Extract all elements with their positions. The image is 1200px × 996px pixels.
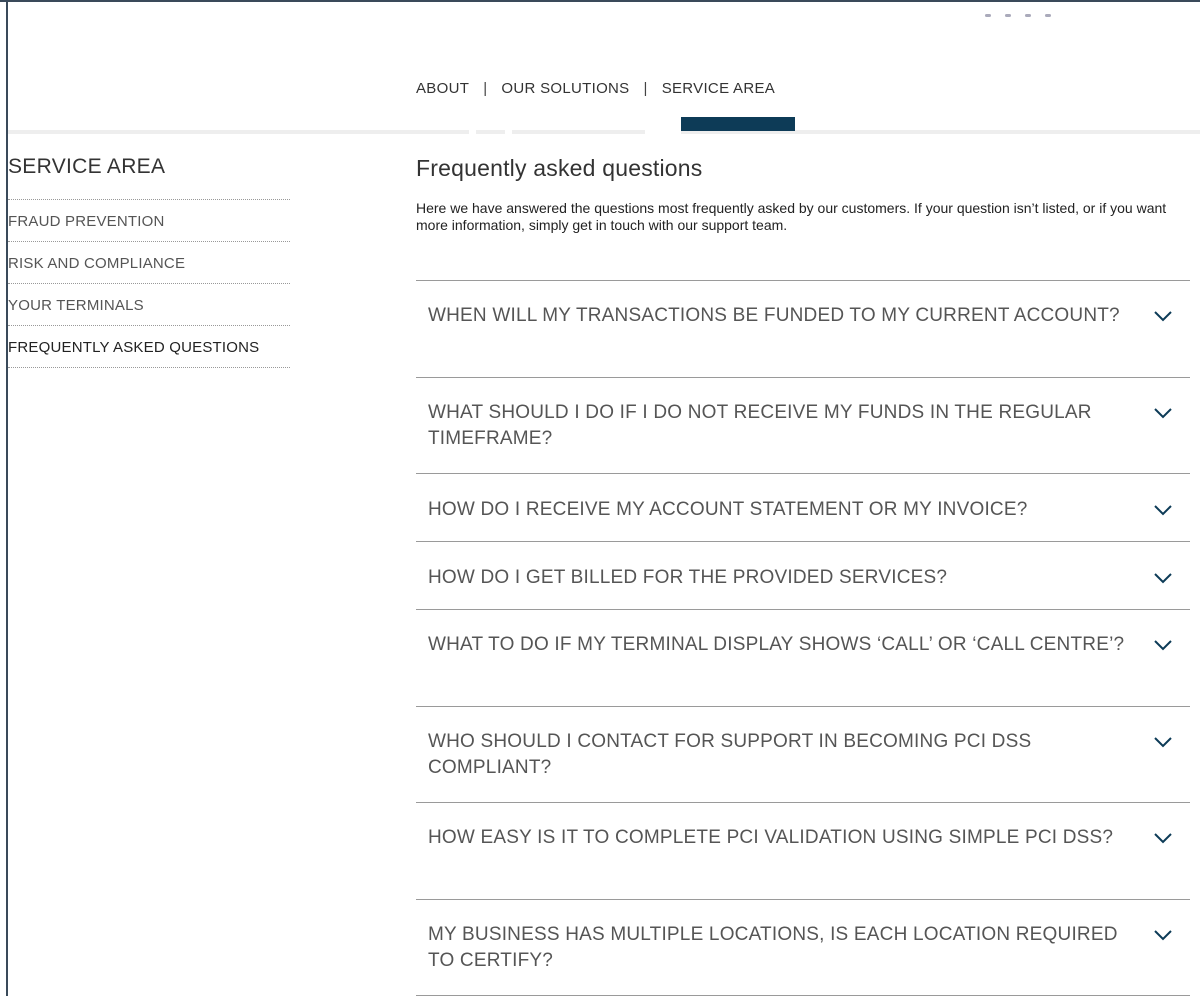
nav-rule-gap bbox=[469, 130, 476, 134]
faq-question: HOW DO I RECEIVE MY ACCOUNT STATEMENT OR… bbox=[428, 499, 1028, 520]
nav-about[interactable]: ABOUT bbox=[416, 80, 469, 97]
chevron-down-icon[interactable] bbox=[1146, 400, 1180, 426]
nav-underline-rule bbox=[8, 130, 1200, 134]
faq-question: WHAT SHOULD I DO IF I DO NOT RECEIVE MY … bbox=[428, 401, 1092, 449]
page-title: Frequently asked questions bbox=[416, 155, 703, 181]
main-content: Frequently asked questions Here we have … bbox=[416, 152, 1190, 996]
top-navigation: ABOUT | OUR SOLUTIONS | SERVICE AREA bbox=[416, 80, 775, 97]
faq-question: WHAT TO DO IF MY TERMINAL DISPLAY SHOWS … bbox=[428, 634, 1125, 655]
nav-separator: | bbox=[643, 80, 648, 97]
chevron-down-icon[interactable] bbox=[1146, 632, 1180, 658]
sidebar: SERVICE AREA FRAUD PREVENTION RISK AND C… bbox=[8, 152, 290, 368]
chevron-down-icon[interactable] bbox=[1146, 497, 1180, 523]
sidebar-item-risk-and-compliance[interactable]: RISK AND COMPLIANCE bbox=[8, 242, 290, 284]
nav-active-indicator bbox=[681, 117, 795, 131]
nav-separator: | bbox=[483, 80, 488, 97]
faq-item[interactable]: MY BUSINESS HAS MULTIPLE LOCATIONS, IS E… bbox=[416, 900, 1190, 996]
chevron-down-icon[interactable] bbox=[1146, 303, 1180, 329]
faq-item[interactable]: WHAT TO DO IF MY TERMINAL DISPLAY SHOWS … bbox=[416, 610, 1190, 707]
chevron-down-icon[interactable] bbox=[1146, 565, 1180, 591]
window-frame-left bbox=[6, 0, 8, 996]
nav-our-solutions[interactable]: OUR SOLUTIONS bbox=[501, 80, 629, 97]
nav-service-area[interactable]: SERVICE AREA bbox=[662, 80, 775, 97]
sidebar-item-your-terminals[interactable]: YOUR TERMINALS bbox=[8, 284, 290, 326]
sidebar-title: SERVICE AREA bbox=[8, 152, 290, 200]
faq-question: HOW EASY IS IT TO COMPLETE PCI VALIDATIO… bbox=[428, 827, 1114, 848]
faq-question: HOW DO I GET BILLED FOR THE PROVIDED SER… bbox=[428, 567, 948, 588]
sidebar-menu: FRAUD PREVENTION RISK AND COMPLIANCE YOU… bbox=[8, 200, 290, 368]
window-frame-top bbox=[0, 0, 1200, 2]
nav-rule-gap bbox=[645, 130, 681, 134]
header-utility-fragment bbox=[985, 4, 1085, 17]
faq-item[interactable]: WHO SHOULD I CONTACT FOR SUPPORT IN BECO… bbox=[416, 707, 1190, 803]
intro-text: Here we have answered the questions most… bbox=[416, 200, 1167, 233]
faq-item[interactable]: HOW DO I GET BILLED FOR THE PROVIDED SER… bbox=[416, 542, 1190, 610]
sidebar-item-faq[interactable]: FREQUENTLY ASKED QUESTIONS bbox=[8, 326, 290, 368]
chevron-down-icon[interactable] bbox=[1146, 922, 1180, 948]
chevron-down-icon[interactable] bbox=[1146, 729, 1180, 755]
faq-list: WHEN WILL MY TRANSACTIONS BE FUNDED TO M… bbox=[416, 280, 1190, 996]
faq-question: WHEN WILL MY TRANSACTIONS BE FUNDED TO M… bbox=[428, 305, 1120, 326]
sidebar-item-fraud-prevention[interactable]: FRAUD PREVENTION bbox=[8, 200, 290, 242]
faq-question: WHO SHOULD I CONTACT FOR SUPPORT IN BECO… bbox=[428, 730, 1032, 778]
faq-item[interactable]: WHEN WILL MY TRANSACTIONS BE FUNDED TO M… bbox=[416, 281, 1190, 378]
nav-rule-gap bbox=[505, 130, 512, 134]
faq-item[interactable]: WHAT SHOULD I DO IF I DO NOT RECEIVE MY … bbox=[416, 378, 1190, 474]
faq-item[interactable]: HOW DO I RECEIVE MY ACCOUNT STATEMENT OR… bbox=[416, 474, 1190, 542]
chevron-down-icon[interactable] bbox=[1146, 825, 1180, 851]
faq-question: MY BUSINESS HAS MULTIPLE LOCATIONS, IS E… bbox=[428, 923, 1118, 971]
faq-item[interactable]: HOW EASY IS IT TO COMPLETE PCI VALIDATIO… bbox=[416, 803, 1190, 900]
